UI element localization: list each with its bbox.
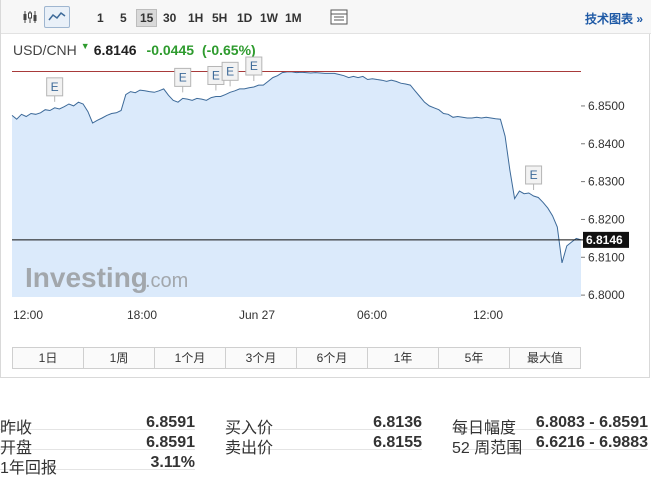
y-tick-label: 6.8000 [588,288,625,302]
range-option-1[interactable]: 1日 [13,348,84,368]
x-tick-label: Jun 27 [239,308,275,322]
watermark-brand: Investing [25,262,148,293]
x-tick-label: 18:00 [127,308,157,322]
svg-text:E: E [179,70,187,84]
x-tick-label: 06:00 [357,308,387,322]
stat-open: 开盘 6.8591 [0,430,195,457]
range-option-5[interactable]: 6个月 [297,348,368,368]
range-option-4[interactable]: 3个月 [226,348,297,368]
x-tick-label: 12:00 [473,308,503,322]
range-selector: 1日 1周 1个月 3个月 6个月 1年 5年 最大值 [12,347,581,369]
svg-text:E: E [51,80,59,94]
stat-prev-close: 昨收 6.8591 [0,410,195,437]
x-tick-label: 12:00 [13,308,43,322]
range-option-7[interactable]: 5年 [439,348,510,368]
y-tick-label: 6.8400 [588,137,625,151]
watermark-suffix: .com [145,270,188,292]
range-option-8[interactable]: 最大值 [510,348,580,368]
range-option-3[interactable]: 1个月 [155,348,226,368]
svg-text:E: E [212,68,220,82]
stat-52week-range: 52 周范围 6.6216 - 6.9883 [452,430,648,457]
price-chart: Investing .com 6.8500 6.8400 6.8300 6.8200 6… [11,56,629,322]
stat-year-change: 1年回报 3.11% [0,450,195,477]
stat-day-range: 每日幅度 6.8083 - 6.8591 [452,410,648,437]
y-tick-label: 6.8200 [588,212,625,226]
stat-bid: 买入价 6.8136 [225,410,422,437]
svg-text:E: E [530,168,538,182]
chart-widget: 1 5 15 30 1H 5H 1D 1W 1M 技术图表 » USD/CNH ▼ 6.8146… [0,0,651,378]
y-tick-label: 6.8100 [588,250,625,264]
stat-ask: 卖出价 6.8155 [225,430,422,457]
y-tick-label: 6.8500 [588,99,625,113]
range-option-2[interactable]: 1周 [84,348,155,368]
svg-text:E: E [226,64,234,78]
svg-text:E: E [250,59,258,73]
y-tick-label: 6.8300 [588,175,625,189]
current-price-label: 6.8146 [586,233,623,247]
range-option-6[interactable]: 1年 [368,348,439,368]
